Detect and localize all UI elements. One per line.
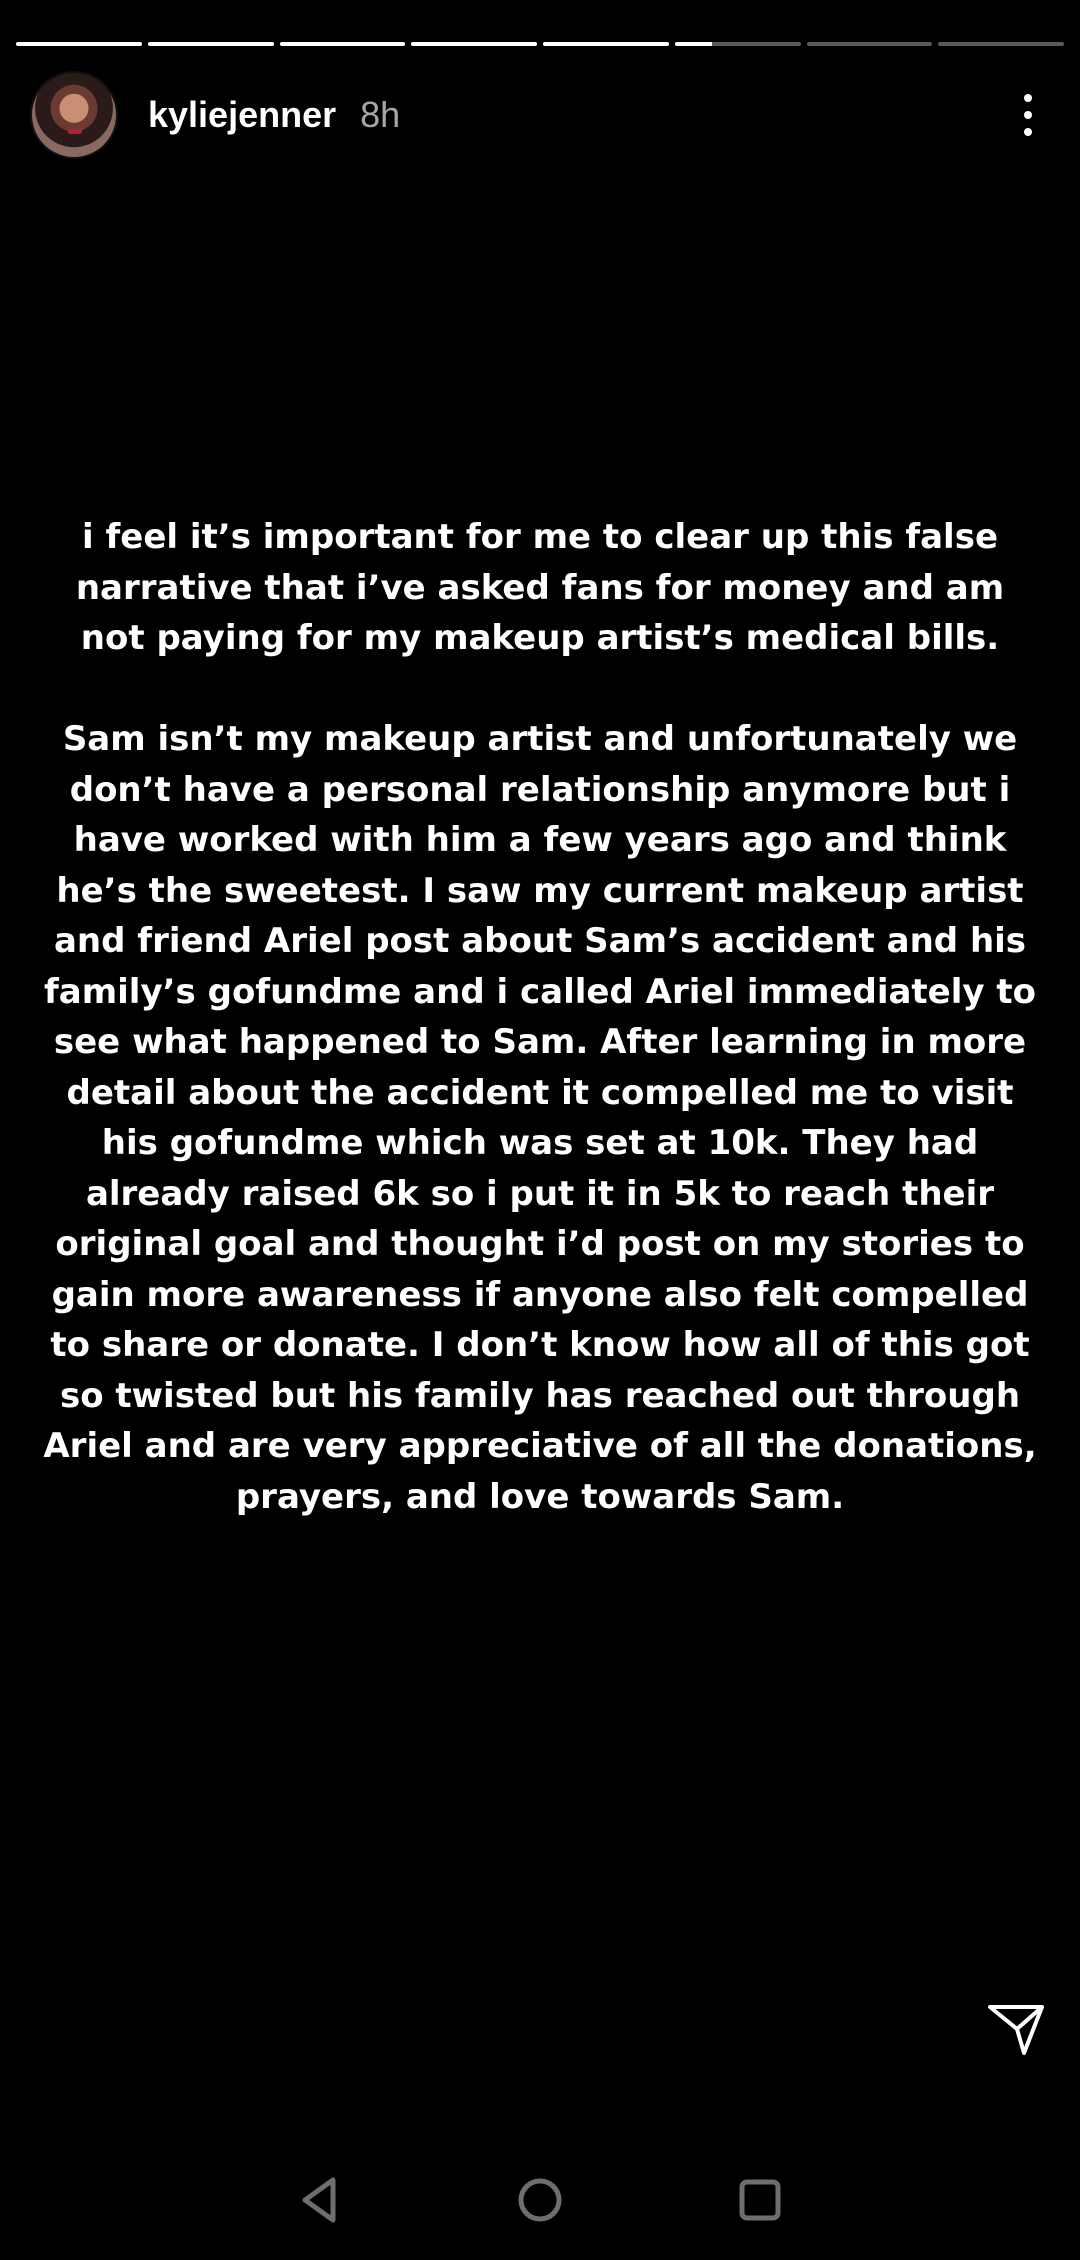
nav-back-button[interactable]: [295, 2174, 347, 2226]
more-vertical-icon-dot: [1024, 128, 1032, 136]
nav-recents-button[interactable]: [734, 2174, 786, 2226]
nav-back-icon: [302, 2177, 336, 2223]
nav-home-icon: [518, 2178, 562, 2222]
story-progress-fill: [16, 42, 142, 46]
story-progress-fill: [147, 42, 274, 46]
story-progress-fill: [674, 42, 713, 46]
system-navigation-bar: [0, 2160, 1080, 2240]
avatar[interactable]: [32, 73, 116, 157]
story-progress-segment: [147, 42, 274, 46]
send-icon: [988, 2005, 1044, 2055]
story-progress-fill: [411, 42, 537, 46]
story-progress-segment: [806, 42, 933, 46]
story-progress-fill: [279, 42, 406, 46]
story-progress-segment: [674, 42, 801, 46]
more-vertical-icon-dot: [1024, 111, 1032, 119]
nav-recents-icon: [739, 2179, 781, 2221]
story-paragraph: i feel it’s important for me to clear up…: [75, 517, 1005, 658]
story-paragraph: Sam isn’t my makeup artist and unfortuna…: [43, 719, 1037, 1517]
story-progress-segment: [16, 42, 142, 46]
story-progress-bar: [16, 42, 1064, 46]
more-options-button[interactable]: [1008, 85, 1048, 145]
more-vertical-icon: [1024, 94, 1032, 102]
story-progress-segment: [543, 42, 669, 46]
send-button[interactable]: [986, 1998, 1046, 2058]
username[interactable]: kyliejenner: [148, 94, 336, 136]
story-progress-segment: [411, 42, 537, 46]
story-progress-segment: [938, 42, 1064, 46]
story-progress-segment: [279, 42, 406, 46]
story-progress-fill: [543, 42, 669, 46]
story-header: kyliejenner 8h: [32, 70, 1048, 160]
timestamp: 8h: [360, 94, 401, 135]
nav-home-button[interactable]: [514, 2174, 566, 2226]
story-text: i feel it’s important for me to clear up…: [40, 512, 1040, 1522]
